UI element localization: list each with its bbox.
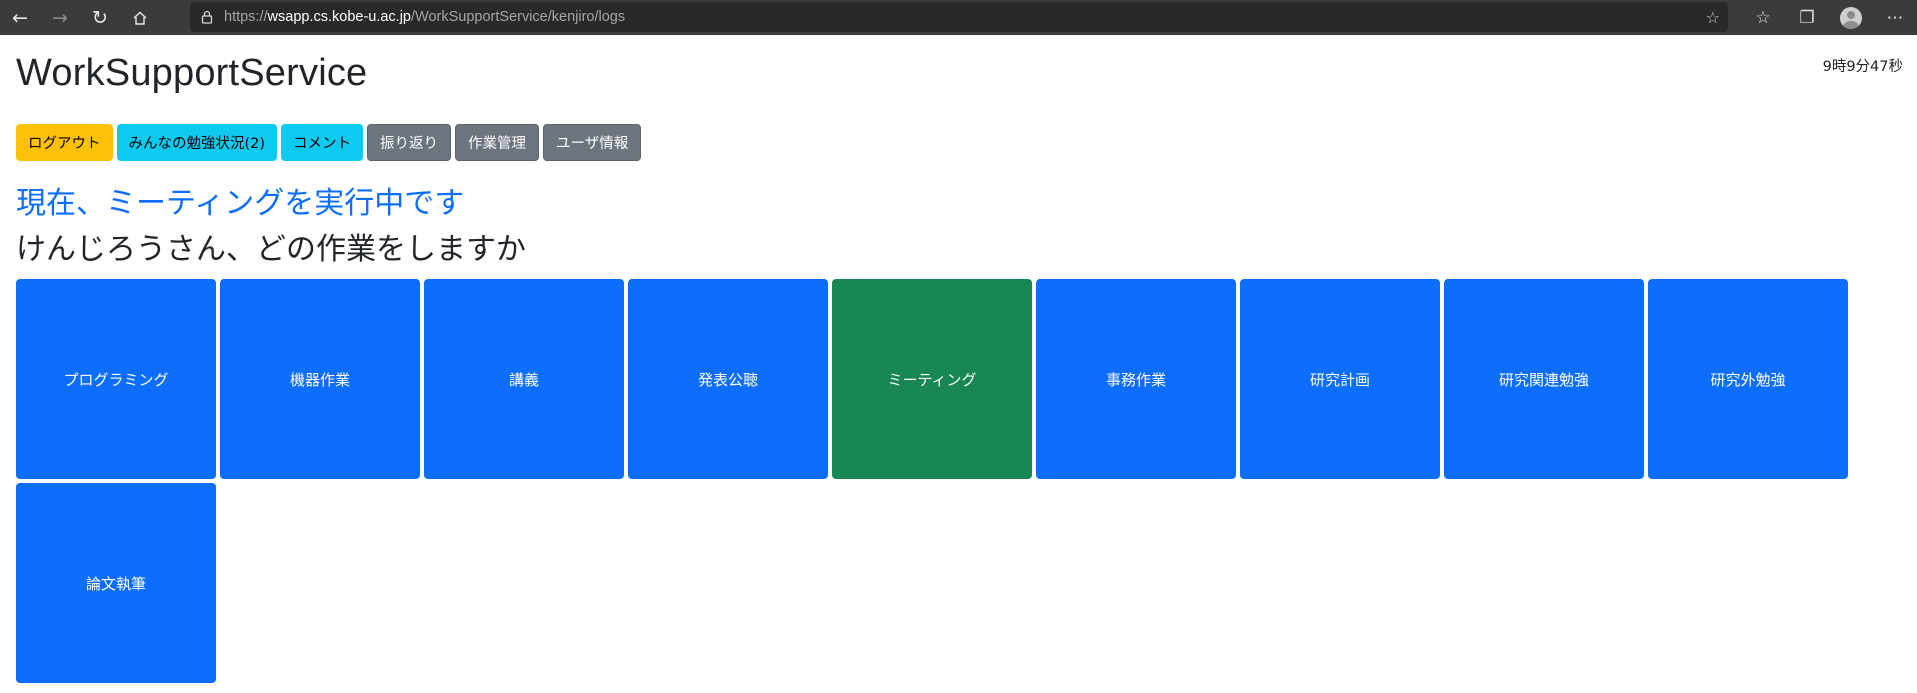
task-button-presentation-listening[interactable]: 発表公聴 [628, 279, 828, 479]
back-icon[interactable]: ← [0, 0, 40, 35]
task-question-heading: けんじろうさん、どの作業をしますか [16, 232, 526, 267]
task-button-office-work[interactable]: 事務作業 [1036, 279, 1236, 479]
add-favorite-icon[interactable]: ☆ [1706, 8, 1720, 27]
task-button-research-planning[interactable]: 研究計画 [1240, 279, 1440, 479]
forward-icon[interactable]: → [40, 0, 80, 35]
browser-toolbar: ← → ↻ https://wsapp.cs.kobe-u.ac.jp/Work… [0, 0, 1917, 35]
task-button-paper-writing[interactable]: 論文執筆 [16, 483, 216, 683]
profile-avatar[interactable] [1829, 0, 1873, 35]
everyone-status-button[interactable]: みんなの勉強状況(2) [116, 124, 278, 161]
more-menu-icon[interactable]: ⋯ [1873, 0, 1917, 35]
lock-icon[interactable] [190, 10, 224, 24]
task-button-programming[interactable]: プログラミング [16, 279, 216, 479]
comment-button[interactable]: コメント [281, 124, 364, 161]
task-button-non-research-study[interactable]: 研究外勉強 [1648, 279, 1848, 479]
user-info-button[interactable]: ユーザ情報 [543, 124, 642, 161]
review-button[interactable]: 振り返り [367, 124, 452, 161]
task-button-equipment-work[interactable]: 機器作業 [220, 279, 420, 479]
favorites-icon[interactable]: ☆ [1741, 0, 1785, 35]
current-task-status: 現在、ミーティングを実行中です [16, 186, 465, 221]
task-grid: プログラミング 機器作業 講義 発表公聴 ミーティング 事務作業 研究計画 研究… [16, 279, 1852, 683]
collections-icon[interactable]: ❐ [1785, 0, 1829, 35]
task-button-meeting[interactable]: ミーティング [832, 279, 1032, 479]
task-button-lecture[interactable]: 講義 [424, 279, 624, 479]
url-text: https://wsapp.cs.kobe-u.ac.jp/WorkSuppor… [224, 9, 626, 25]
home-icon[interactable] [120, 0, 160, 35]
logout-button[interactable]: ログアウト [16, 124, 113, 161]
address-bar[interactable]: https://wsapp.cs.kobe-u.ac.jp/WorkSuppor… [190, 2, 1728, 32]
page-title: WorkSupportService [16, 52, 368, 94]
menu-bar: ログアウト みんなの勉強状況(2) コメント 振り返り 作業管理 ユーザ情報 [16, 124, 642, 161]
task-button-research-study[interactable]: 研究関連勉強 [1444, 279, 1644, 479]
refresh-icon[interactable]: ↻ [80, 0, 120, 35]
task-management-button[interactable]: 作業管理 [455, 124, 540, 161]
clock-display: 9時9分47秒 [1822, 59, 1903, 75]
